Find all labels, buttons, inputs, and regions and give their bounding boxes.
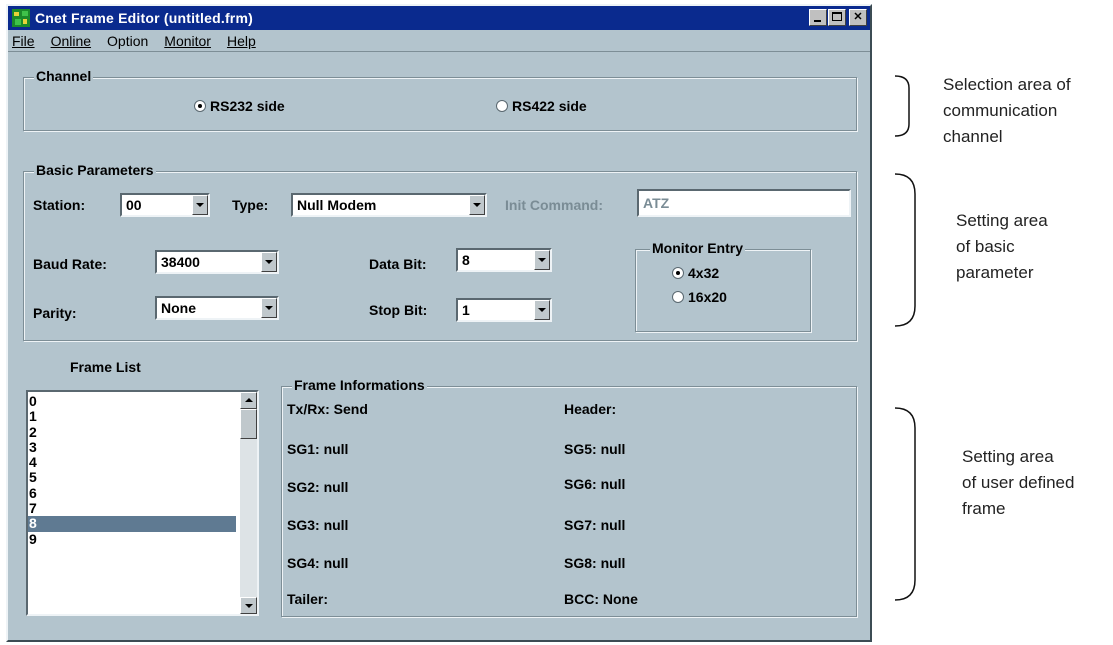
- data-bit-label: Data Bit:: [369, 256, 427, 272]
- frame-sg6: SG6: null: [564, 476, 626, 492]
- list-item[interactable]: 4: [28, 455, 236, 470]
- station-label: Station:: [33, 197, 86, 213]
- annotation-channel: Selection area of communication channel: [943, 75, 1071, 146]
- baud-rate-combo[interactable]: 38400: [155, 250, 279, 274]
- stop-bit-dropdown-icon[interactable]: [534, 300, 550, 320]
- data-bit-dropdown-icon[interactable]: [534, 250, 550, 270]
- maximize-icon: [832, 12, 842, 21]
- frame-list-scrollbar[interactable]: [240, 392, 257, 614]
- init-command-value: ATZ: [643, 195, 670, 211]
- monitor-entry-label: Monitor Entry: [650, 240, 745, 256]
- frame-sg3: SG3: null: [287, 517, 349, 533]
- menu-file[interactable]: File: [8, 33, 41, 49]
- list-item[interactable]: 1: [28, 409, 236, 424]
- channel-group: Channel RS232 side RS422 side: [23, 68, 857, 131]
- parity-combo[interactable]: None: [155, 296, 279, 320]
- list-item[interactable]: 6: [28, 485, 236, 501]
- baud-rate-label: Baud Rate:: [33, 256, 107, 272]
- stop-bit-combo[interactable]: 1: [456, 298, 552, 322]
- list-item[interactable]: 0: [28, 393, 236, 409]
- maximize-button[interactable]: [828, 9, 846, 26]
- radio-16x20-indicator: [672, 291, 684, 303]
- station-dropdown-icon[interactable]: [192, 195, 208, 215]
- radio-16x20[interactable]: 16x20: [672, 289, 727, 305]
- frame-list[interactable]: 0 1 2 3 4 5 6 7 8 9: [26, 390, 259, 616]
- minimize-button[interactable]: [809, 9, 827, 26]
- monitor-entry-group: Monitor Entry 4x32 16x20: [635, 240, 811, 332]
- frame-sg4: SG4: null: [287, 555, 349, 571]
- minimize-icon: [814, 20, 821, 22]
- frame-txrx: Tx/Rx: Send: [287, 401, 368, 417]
- frame-tailer: Tailer:: [287, 591, 328, 607]
- list-item[interactable]: 2: [28, 424, 236, 440]
- basic-bracket: [894, 173, 916, 327]
- window-controls: ✕: [809, 9, 867, 26]
- list-item[interactable]: 3: [28, 439, 236, 455]
- list-item[interactable]: 9: [28, 531, 236, 547]
- frame-sg2: SG2: null: [287, 479, 349, 495]
- radio-rs232[interactable]: RS232 side: [194, 98, 285, 114]
- app-icon[interactable]: [12, 9, 30, 27]
- type-value: Null Modem: [297, 197, 377, 213]
- radio-rs232-indicator: [194, 100, 206, 112]
- menu-monitor[interactable]: Monitor: [158, 33, 217, 49]
- channel-bracket: [894, 75, 910, 137]
- baud-rate-value: 38400: [161, 254, 200, 270]
- radio-rs422[interactable]: RS422 side: [496, 98, 587, 114]
- frame-sg1: SG1: null: [287, 441, 349, 457]
- stop-bit-label: Stop Bit:: [369, 302, 428, 318]
- parity-dropdown-icon[interactable]: [261, 298, 277, 318]
- frame-list-label: Frame List: [70, 359, 141, 375]
- list-item[interactable]: 7: [28, 500, 236, 516]
- scroll-up-icon[interactable]: [240, 392, 257, 409]
- frame-header: Header:: [564, 401, 617, 417]
- list-item-selected[interactable]: 8: [28, 516, 236, 532]
- list-item[interactable]: 5: [28, 470, 236, 485]
- frame-sg5: SG5: null: [564, 441, 626, 457]
- menu-online[interactable]: Online: [45, 33, 97, 49]
- type-combo[interactable]: Null Modem: [291, 193, 487, 217]
- title-bar[interactable]: Cnet Frame Editor (untitled.frm) ✕: [8, 6, 870, 30]
- scroll-thumb[interactable]: [240, 409, 257, 439]
- menu-bar: File Online Option Monitor Help: [8, 30, 870, 52]
- frame-bracket: [894, 407, 916, 601]
- data-bit-value: 8: [462, 252, 470, 268]
- data-bit-combo[interactable]: 8: [456, 248, 552, 272]
- channel-group-label: Channel: [34, 68, 94, 84]
- frame-info-group: Frame Informations Tx/Rx: Send Header: S…: [281, 377, 857, 617]
- type-dropdown-icon[interactable]: [469, 195, 485, 215]
- close-icon: ✕: [853, 11, 863, 23]
- frame-list-items: 0 1 2 3 4 5 6 7 8 9: [28, 393, 236, 547]
- stop-bit-value: 1: [462, 302, 470, 318]
- init-command-input[interactable]: ATZ: [637, 189, 851, 217]
- radio-rs422-indicator: [496, 100, 508, 112]
- frame-sg8: SG8: null: [564, 555, 626, 571]
- radio-4x32[interactable]: 4x32: [672, 265, 719, 281]
- type-label: Type:: [232, 197, 269, 213]
- basic-parameters-group: Basic Parameters Station: 00 Type: Null …: [23, 162, 857, 341]
- basic-parameters-label: Basic Parameters: [34, 162, 156, 178]
- close-button[interactable]: ✕: [849, 9, 867, 26]
- window-title: Cnet Frame Editor (untitled.frm): [35, 10, 253, 26]
- annotation-basic: Setting area of basic parameter: [956, 211, 1048, 282]
- menu-help[interactable]: Help: [221, 33, 262, 49]
- station-combo[interactable]: 00: [120, 193, 210, 217]
- init-command-label: Init Command:: [505, 197, 603, 213]
- radio-4x32-indicator: [672, 267, 684, 279]
- baud-rate-dropdown-icon[interactable]: [261, 252, 277, 272]
- menu-option[interactable]: Option: [101, 33, 154, 49]
- frame-sg7: SG7: null: [564, 517, 626, 533]
- annotation-frame: Setting area of user defined frame: [962, 447, 1075, 518]
- scroll-down-icon[interactable]: [240, 597, 257, 614]
- frame-bcc: BCC: None: [564, 591, 638, 607]
- frame-info-label: Frame Informations: [292, 377, 427, 393]
- parity-value: None: [161, 300, 196, 316]
- main-window: Cnet Frame Editor (untitled.frm) ✕ File …: [6, 4, 872, 642]
- parity-label: Parity:: [33, 305, 77, 321]
- station-value: 00: [126, 197, 142, 213]
